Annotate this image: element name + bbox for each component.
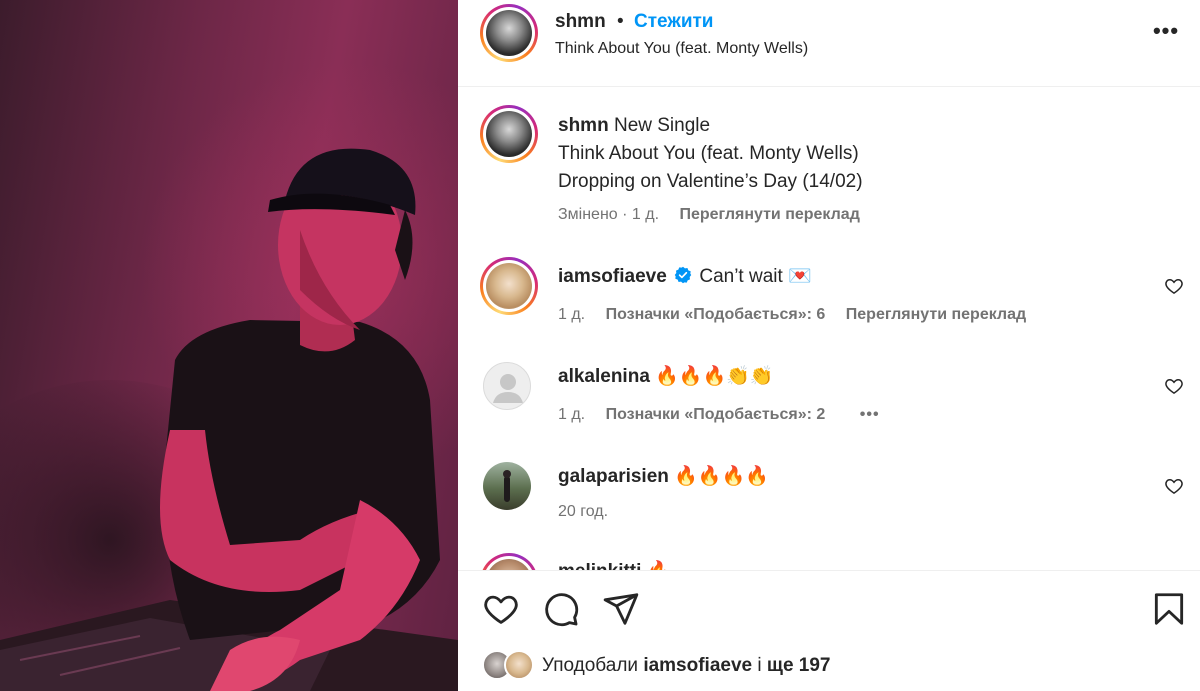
comment-likes-count[interactable]: Позначки «Подобається»: 6 [606,306,826,323]
comment-age: 1 д. [558,406,586,423]
verified-badge-icon [674,265,692,284]
caption-line-3: Dropping on Valentine’s Day (14/02) [558,171,863,192]
comment-bubble-icon[interactable] [542,590,580,628]
dj-photo [0,148,458,691]
likes-prefix: Уподобали [542,655,639,676]
caption-translate-button[interactable]: Переглянути переклад [679,206,859,223]
commenter-username[interactable]: melinkitti [558,561,641,570]
comment-translate-button[interactable]: Переглянути переклад [846,306,1026,323]
commenter-username[interactable]: iamsofiaeve [558,266,667,287]
caption-username[interactable]: shmn [558,115,609,136]
comment-more-icon[interactable]: ••• [860,406,880,423]
likes-rest[interactable]: ще 197 [767,655,831,676]
comment-text: Can’t wait 💌 [699,266,812,287]
post-actions: Уподобали iamsofiaeve і ще 197 [458,570,1200,691]
like-heart-icon[interactable] [482,590,520,628]
comment-text: 🔥🔥🔥👏👏 [655,366,774,387]
follow-button[interactable]: Стежити [634,11,713,33]
default-avatar-icon[interactable] [483,362,531,410]
comment-like-heart-icon[interactable] [1164,376,1184,396]
share-send-icon[interactable] [602,590,640,628]
caption-avatar[interactable] [480,105,538,163]
comments-list[interactable]: shmn New Single Think About You (feat. M… [458,88,1200,570]
post-media[interactable] [0,0,458,691]
liker-avatar[interactable] [504,650,534,680]
header-separator: • [617,11,624,32]
bookmark-save-icon[interactable] [1150,590,1188,628]
commenter-avatar[interactable] [480,553,538,570]
comment-age: 20 год. [558,503,609,520]
comment-likes-count[interactable]: Позначки «Подобається»: 2 [606,406,826,423]
likes-user[interactable]: iamsofiaeve [643,655,752,676]
caption-line-2: Think About You (feat. Monty Wells) [558,143,859,164]
audio-title-link[interactable]: Think About You (feat. Monty Wells) [555,40,808,58]
commenter-avatar[interactable] [480,257,538,315]
comment-like-heart-icon[interactable] [1164,476,1184,496]
commenter-username[interactable]: alkalenina [558,366,650,387]
likes-text[interactable]: Уподобали iamsofiaeve і ще 197 [542,655,830,677]
comment-age: 1 д. [558,306,586,323]
comment-like-heart-icon[interactable] [1164,276,1184,296]
comment-text: 🔥🔥🔥🔥 [674,466,769,487]
caption-edited-time: Змінено · 1 д. [558,206,660,223]
post-header: shmn • Стежити Think About You (feat. Mo… [458,0,1200,87]
commenter-avatar[interactable] [483,462,531,510]
caption-line-1: New Single [613,115,711,136]
more-options-icon[interactable]: ••• [1143,18,1189,48]
author-username[interactable]: shmn [555,11,606,33]
comment-text: 🔥 [647,561,671,570]
author-avatar[interactable] [480,4,538,62]
likes-connector: і [757,655,762,676]
commenter-username[interactable]: galaparisien [558,466,669,487]
post-details-panel: shmn • Стежити Think About You (feat. Mo… [458,0,1200,691]
